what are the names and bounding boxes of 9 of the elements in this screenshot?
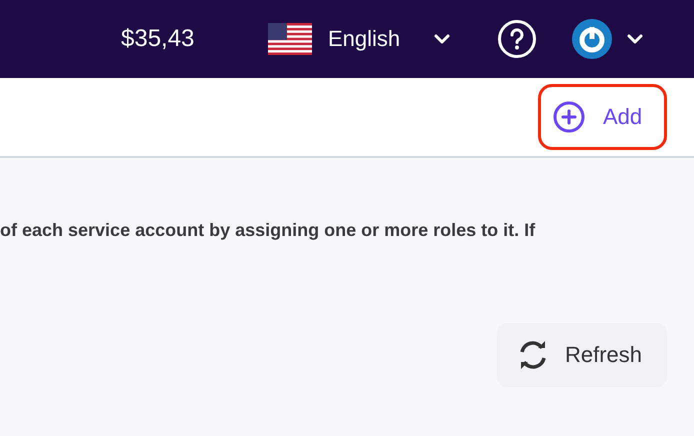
description-text: of each service account by assigning one or more roles to it. If [0,219,536,241]
help-icon[interactable] [497,19,537,59]
refresh-button[interactable]: Refresh [497,323,667,387]
balance-amount: $35,43 [121,25,196,53]
language-label[interactable]: English [328,26,432,52]
add-button[interactable]: Add [538,84,667,150]
plus-circle-icon [553,101,585,133]
avatar-icon[interactable] [572,19,612,59]
flag-icon[interactable] [268,23,312,55]
